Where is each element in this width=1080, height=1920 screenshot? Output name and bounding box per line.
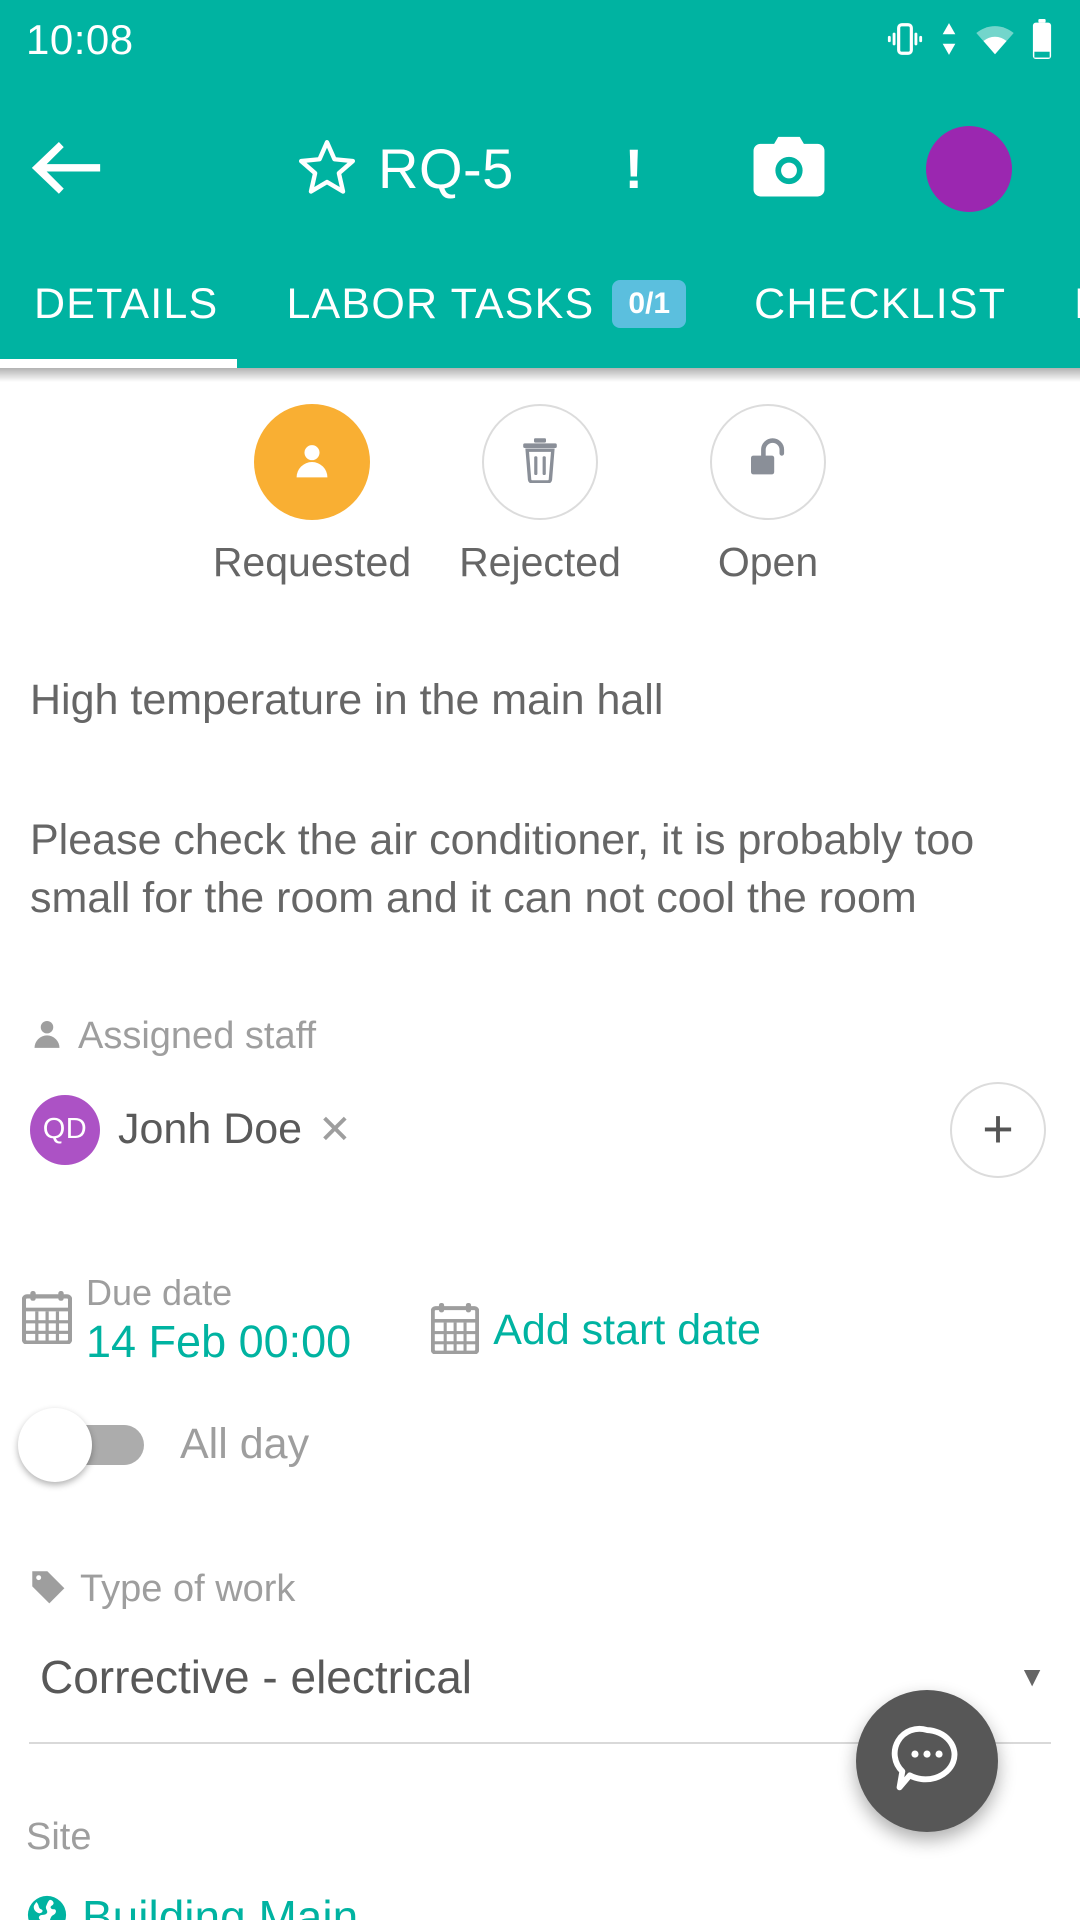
tab-details[interactable]: DETAILS [0,240,252,368]
dates-section: Due date 14 Feb 00:00 Add start date [0,1270,1080,1369]
priority-button[interactable]: ! [604,129,664,209]
chevron-down-icon: ▼ [1018,1660,1046,1692]
status-bar-clock: 10:08 [26,16,134,63]
remove-staff-icon[interactable]: ✕ [318,1110,352,1150]
staff-name: Jonh Doe [118,1105,303,1154]
page-title: RQ-5 [378,137,514,200]
site-value: Building Main [82,1891,359,1920]
camera-button[interactable] [744,124,834,214]
user-avatar[interactable] [925,126,1012,212]
status-option-requested[interactable]: Requested [198,404,426,583]
toggle-knob [18,1407,92,1482]
all-day-label: All day [180,1420,310,1469]
assigned-staff-label: Assigned staff [78,1015,317,1058]
tab-checklist-label: CHECKLIST [754,279,1007,328]
details-content: Requested Rejected Open High temperature… [0,382,1080,1920]
status-open-label: Open [717,539,819,585]
status-option-rejected[interactable]: Rejected [426,404,654,583]
calendar-icon [21,1290,73,1349]
all-day-toggle[interactable] [18,1407,144,1482]
status-requested-circle [254,404,370,520]
type-of-work-label-row: Type of work [30,1569,1080,1610]
wifi-icon [974,22,1016,56]
tab-details-label: DETAILS [34,279,219,328]
data-transfer-icon [938,20,960,58]
add-start-date-button[interactable]: Add start date [430,1302,761,1359]
status-bar-icons [886,19,1054,59]
assigned-staff-section: Assigned staff QD Jonh Doe ✕ + [0,1017,1080,1178]
due-date-value: 14 Feb 00:00 [86,1315,352,1367]
due-date-field[interactable]: Due date 14 Feb 00:00 [21,1270,352,1369]
chat-bubble-icon [890,1722,964,1801]
tag-icon [30,1569,66,1610]
status-rejected-label: Rejected [459,539,621,585]
star-outline-icon [296,136,358,203]
globe-icon [26,1894,68,1920]
chat-fab-button[interactable] [856,1690,998,1832]
app-screen: 10:08 RQ-5 ! DETAILS LABOR TASKS 0/1 CHE… [0,0,1080,1920]
favorite-button[interactable] [292,134,362,204]
app-bar-title-group: RQ-5 [292,134,514,204]
app-bar: RQ-5 ! [0,78,1080,260]
add-staff-button[interactable]: + [950,1081,1046,1178]
type-of-work-value: Corrective - electrical [40,1650,472,1703]
tab-labor-tasks-label: LABOR TASKS [286,279,595,328]
camera-icon [751,132,827,207]
person-icon [290,438,334,487]
tab-parts-label: PA [1074,282,1080,326]
tab-labor-tasks[interactable]: LABOR TASKS 0/1 [252,240,720,368]
vibrate-icon [886,20,924,58]
calendar-icon [430,1302,480,1359]
active-tab-indicator [0,359,237,368]
battery-icon [1030,19,1054,59]
site-section: Site Building Main [0,1818,1080,1920]
person-icon [30,1017,64,1056]
site-field[interactable]: Building Main [26,1894,1080,1920]
assigned-staff-label-row: Assigned staff [30,1017,1080,1056]
status-option-open[interactable]: Open [654,404,882,583]
staff-avatar: QD [30,1094,100,1165]
type-of-work-label: Type of work [80,1568,296,1611]
due-date-caption: Due date [86,1271,233,1313]
back-arrow-icon [29,137,103,202]
tab-parts[interactable]: PA [1040,240,1080,368]
status-rejected-circle [482,404,598,520]
back-button[interactable] [0,78,132,260]
unlock-icon [745,437,791,488]
assigned-staff-row: QD Jonh Doe ✕ + [0,1081,1080,1178]
app-bar-shadow [0,368,1080,382]
all-day-toggle-row[interactable]: All day [0,1407,1080,1482]
status-bar: 10:08 [0,0,1080,78]
request-description: Please check the air conditioner, it is … [30,815,975,922]
status-selector: Requested Rejected Open [0,382,1080,583]
status-open-circle [710,404,826,520]
tab-checklist[interactable]: CHECKLIST [720,240,1040,368]
tab-bar: DETAILS LABOR TASKS 0/1 CHECKLIST PA [0,240,1080,368]
add-start-date-label: Add start date [493,1305,761,1354]
trash-icon [519,437,561,488]
status-requested-label: Requested [212,539,412,585]
tab-labor-tasks-badge: 0/1 [612,280,687,328]
request-title: High temperature in the main hall [30,676,664,724]
staff-chip[interactable]: QD Jonh Doe ✕ [30,1094,352,1165]
